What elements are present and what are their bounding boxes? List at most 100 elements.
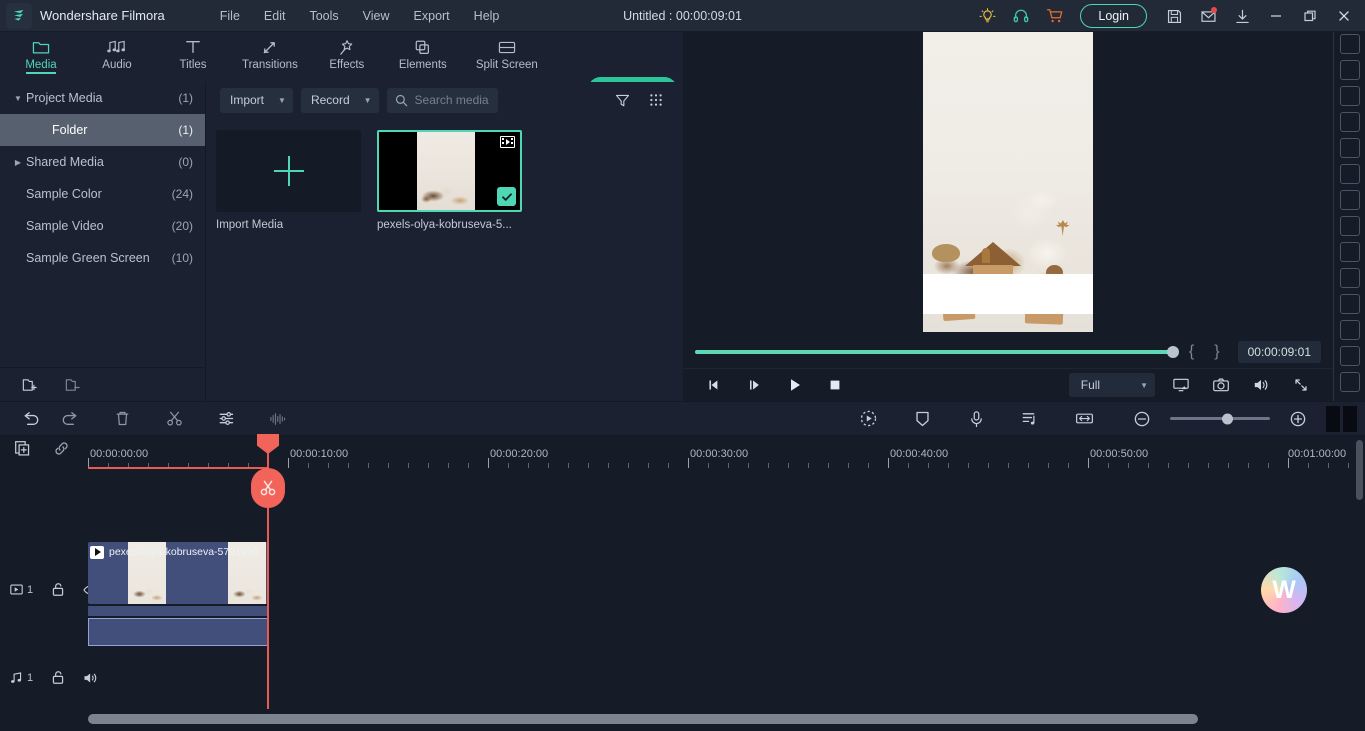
voiceover-mic-icon[interactable] xyxy=(956,404,996,434)
clip-audio-body[interactable] xyxy=(88,618,268,646)
cart-icon[interactable] xyxy=(1038,0,1072,32)
scissors-icon[interactable] xyxy=(251,468,285,508)
record-dropdown-button[interactable]: Record ▼ xyxy=(300,87,379,113)
redo-icon[interactable] xyxy=(50,404,90,434)
timeline-zoom-handle[interactable] xyxy=(1222,413,1233,424)
sidebar-item-project-media[interactable]: ▼ Project Media (1) xyxy=(0,82,205,114)
import-media-tile[interactable]: Import Media xyxy=(216,130,361,231)
preview-quality-dropdown[interactable]: Full ▼ xyxy=(1068,373,1155,397)
step-forward-icon[interactable] xyxy=(735,371,775,399)
mark-out-button[interactable]: } xyxy=(1204,343,1229,361)
search-input[interactable] xyxy=(414,93,490,107)
media-thumbnail[interactable] xyxy=(377,130,522,212)
restore-icon[interactable] xyxy=(1293,0,1327,32)
rail-cell[interactable] xyxy=(1339,320,1360,340)
stop-icon[interactable] xyxy=(815,371,855,399)
media-selected-checkbox[interactable] xyxy=(497,187,516,206)
remove-folder-icon[interactable] xyxy=(65,377,82,392)
volume-icon[interactable] xyxy=(1241,371,1281,399)
rail-cell[interactable] xyxy=(1339,34,1360,54)
menu-item-edit[interactable]: Edit xyxy=(253,4,297,28)
preview-seek-slider[interactable] xyxy=(695,346,1180,358)
timeline-horizontal-scrollbar[interactable] xyxy=(88,714,1198,724)
sidebar-item-folder[interactable]: Folder (1) xyxy=(0,114,205,146)
import-media-dropzone[interactable] xyxy=(216,130,361,212)
zoom-out-icon[interactable] xyxy=(1122,404,1162,434)
menu-item-file[interactable]: File xyxy=(209,4,251,28)
render-bar-icon[interactable] xyxy=(1326,405,1357,432)
snapshot-camera-icon[interactable] xyxy=(1201,371,1241,399)
rail-cell[interactable] xyxy=(1339,86,1360,106)
fit-width-icon[interactable] xyxy=(1064,404,1104,434)
save-icon[interactable] xyxy=(1157,0,1191,32)
tab-split-screen[interactable]: Split Screen xyxy=(476,32,538,71)
tab-audio[interactable]: Audio xyxy=(90,32,144,71)
timeline-vertical-scrollbar[interactable] xyxy=(1356,440,1363,500)
login-button[interactable]: Login xyxy=(1080,4,1147,28)
fullscreen-icon[interactable] xyxy=(1281,371,1321,399)
import-dropdown-button[interactable]: Import ▼ xyxy=(220,87,293,113)
motion-tracking-icon[interactable] xyxy=(848,404,888,434)
close-icon[interactable] xyxy=(1327,0,1361,32)
tab-elements[interactable]: Elements xyxy=(396,32,450,71)
grid-view-icon[interactable] xyxy=(643,88,669,113)
rail-cell[interactable] xyxy=(1339,138,1360,158)
menu-item-help[interactable]: Help xyxy=(463,4,511,28)
tab-transitions[interactable]: Transitions xyxy=(242,32,298,71)
step-back-icon[interactable] xyxy=(695,371,735,399)
filter-icon[interactable] xyxy=(609,88,635,113)
timeline-zoom-slider[interactable] xyxy=(1170,413,1270,424)
rail-cell[interactable] xyxy=(1339,190,1360,210)
preview-video-area[interactable] xyxy=(683,32,1333,332)
search-media-box[interactable] xyxy=(386,87,498,113)
speaker-icon[interactable] xyxy=(83,671,99,685)
right-filmstrip-rail[interactable] xyxy=(1333,32,1365,401)
sidebar-item-sample-green-screen[interactable]: Sample Green Screen (10) xyxy=(0,242,205,274)
zoom-in-icon[interactable] xyxy=(1278,404,1318,434)
rail-cell[interactable] xyxy=(1339,60,1360,80)
mark-in-button[interactable]: { xyxy=(1179,343,1204,361)
sidebar-item-sample-color[interactable]: Sample Color (24) xyxy=(0,178,205,210)
shield-mask-icon[interactable] xyxy=(902,404,942,434)
clip-audio-strip[interactable] xyxy=(88,606,268,616)
tab-titles[interactable]: Titles xyxy=(166,32,220,71)
timeline-ruler[interactable]: 00:00:00:00 00:00:10:00 00:00:20:00 00:0… xyxy=(88,436,1365,470)
download-icon[interactable] xyxy=(1225,0,1259,32)
rail-cell[interactable] xyxy=(1339,112,1360,132)
new-folder-icon[interactable] xyxy=(22,377,39,392)
display-icon[interactable] xyxy=(1161,371,1201,399)
rail-cell[interactable] xyxy=(1339,372,1360,392)
video-clip[interactable]: pexels-olya-kobruseva-5791990 xyxy=(88,542,268,604)
rail-cell[interactable] xyxy=(1339,242,1360,262)
rail-cell[interactable] xyxy=(1339,268,1360,288)
audio-detach-icon[interactable] xyxy=(1010,404,1050,434)
rail-cell[interactable] xyxy=(1339,294,1360,314)
sidebar-item-shared-media[interactable]: ▶ Shared Media (0) xyxy=(0,146,205,178)
headset-icon[interactable] xyxy=(1004,0,1038,32)
delete-icon[interactable] xyxy=(102,404,142,434)
link-chain-icon[interactable] xyxy=(53,440,70,457)
settings-sliders-icon[interactable] xyxy=(206,404,246,434)
media-item[interactable]: pexels-olya-kobruseva-5... xyxy=(377,130,522,231)
split-scissors-icon[interactable] xyxy=(154,404,194,434)
sidebar-item-sample-video[interactable]: Sample Video (20) xyxy=(0,210,205,242)
play-icon[interactable] xyxy=(775,371,815,399)
unlock-icon[interactable] xyxy=(51,582,65,597)
preview-timecode[interactable]: 00:00:09:01 xyxy=(1237,341,1321,363)
preview-seek-handle[interactable] xyxy=(1167,346,1180,358)
menu-item-tools[interactable]: Tools xyxy=(298,4,349,28)
rail-cell[interactable] xyxy=(1339,346,1360,366)
mail-icon[interactable] xyxy=(1191,0,1225,32)
unlock-icon[interactable] xyxy=(51,670,65,685)
add-track-icon[interactable] xyxy=(14,440,31,457)
undo-icon[interactable] xyxy=(10,404,50,434)
rail-cell[interactable] xyxy=(1339,164,1360,184)
rail-cell[interactable] xyxy=(1339,216,1360,236)
audio-waveform-icon[interactable] xyxy=(258,404,298,434)
tab-effects[interactable]: Effects xyxy=(320,32,374,71)
lightbulb-icon[interactable] xyxy=(970,0,1004,32)
tab-media[interactable]: Media xyxy=(14,32,68,71)
menu-item-view[interactable]: View xyxy=(352,4,401,28)
minimize-icon[interactable] xyxy=(1259,0,1293,32)
menu-item-export[interactable]: Export xyxy=(403,4,461,28)
